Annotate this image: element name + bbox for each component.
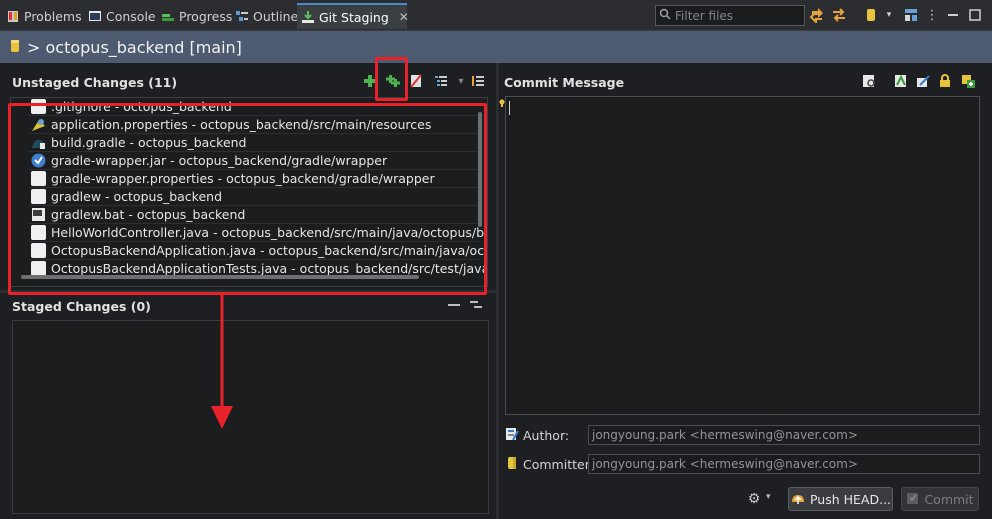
text-caret <box>509 101 510 115</box>
chevron-down-icon[interactable]: ▾ <box>453 73 469 89</box>
tab-label: Console <box>106 8 156 24</box>
preview-icon[interactable] <box>861 73 877 89</box>
repository-header: > octopus_backend [main] <box>0 31 992 63</box>
close-icon[interactable]: ✕ <box>399 10 409 24</box>
tab-outline[interactable]: Outline <box>231 3 302 29</box>
console-icon <box>88 9 102 23</box>
author-icon <box>505 427 519 444</box>
minimize-icon[interactable] <box>944 6 962 24</box>
committer-label-text: Committer: <box>523 457 594 472</box>
commit-button[interactable]: Commit <box>901 487 979 511</box>
lock-icon[interactable] <box>937 73 953 89</box>
sort-icon[interactable] <box>470 73 486 89</box>
push-head-label: Push HEAD... <box>809 491 892 507</box>
layout-icon[interactable] <box>902 6 920 24</box>
gear-icon[interactable]: ⚙ <box>745 491 763 507</box>
filter-files-field[interactable] <box>655 5 805 26</box>
tab-problems[interactable]: Problems <box>2 3 86 29</box>
repository-title: > octopus_backend [main] <box>27 37 242 57</box>
problems-icon <box>6 9 20 23</box>
chevron-down-icon[interactable]: ▾ <box>766 492 771 502</box>
annotation-highlight-box <box>375 57 408 101</box>
progress-icon <box>161 9 175 23</box>
ignore-file-icon[interactable] <box>408 73 424 89</box>
push-head-button[interactable]: Push HEAD... <box>788 487 893 511</box>
unstaged-changes-header: Unstaged Changes (11) <box>12 74 178 90</box>
author-field[interactable]: jongyoung.park <hermeswing@naver.com> <box>588 425 980 445</box>
signed-off-icon[interactable] <box>893 73 909 89</box>
filter-files-input[interactable] <box>675 8 795 23</box>
outline-icon <box>235 9 249 23</box>
commit-label: Commit <box>924 491 974 507</box>
repository-icon <box>9 38 21 57</box>
committer-label: Committer: <box>505 456 594 473</box>
change-id-icon[interactable] <box>960 73 976 89</box>
tab-console[interactable]: Console <box>84 3 160 29</box>
tab-label: Git Staging <box>319 9 389 25</box>
tree-presentation-icon[interactable] <box>433 73 449 89</box>
amend-icon[interactable] <box>915 73 931 89</box>
tab-label: Problems <box>24 8 82 24</box>
tab-label: Outline <box>253 8 299 24</box>
annotation-highlight-box <box>8 103 487 295</box>
remove-from-index-icon[interactable] <box>468 297 484 313</box>
view-tab-bar: Problems Console Progress Outline Git St… <box>0 0 992 31</box>
push-icon <box>790 491 806 508</box>
collapse-all-icon[interactable] <box>446 297 462 313</box>
annotation-arrow-icon <box>211 294 233 429</box>
content-assist-icon <box>499 96 505 107</box>
tab-label: Progress <box>179 8 233 24</box>
tab-progress[interactable]: Progress <box>157 3 236 29</box>
staged-file-list[interactable] <box>12 320 489 514</box>
repository-icon[interactable] <box>862 6 880 24</box>
commit-message-header: Commit Message <box>504 74 625 90</box>
tab-git-staging[interactable]: Git Staging ✕ <box>297 3 409 29</box>
maximize-icon[interactable] <box>966 6 984 24</box>
search-icon <box>659 8 671 23</box>
author-label-text: Author: <box>523 428 570 443</box>
commit-icon <box>906 491 920 508</box>
link-with-editor-icon[interactable] <box>808 6 826 24</box>
author-label: Author: <box>505 427 569 444</box>
git-staging-icon <box>301 10 315 24</box>
committer-field[interactable]: jongyoung.park <hermeswing@naver.com> <box>588 454 980 474</box>
committer-icon <box>505 456 519 473</box>
view-menu-icon[interactable]: ⋮ <box>923 6 941 24</box>
commit-message-textarea[interactable] <box>505 96 980 415</box>
chevron-down-icon[interactable]: ▾ <box>880 6 898 24</box>
staged-changes-header: Staged Changes (0) <box>12 298 151 314</box>
panel-divider[interactable] <box>496 63 499 519</box>
refresh-icon[interactable] <box>830 6 848 24</box>
